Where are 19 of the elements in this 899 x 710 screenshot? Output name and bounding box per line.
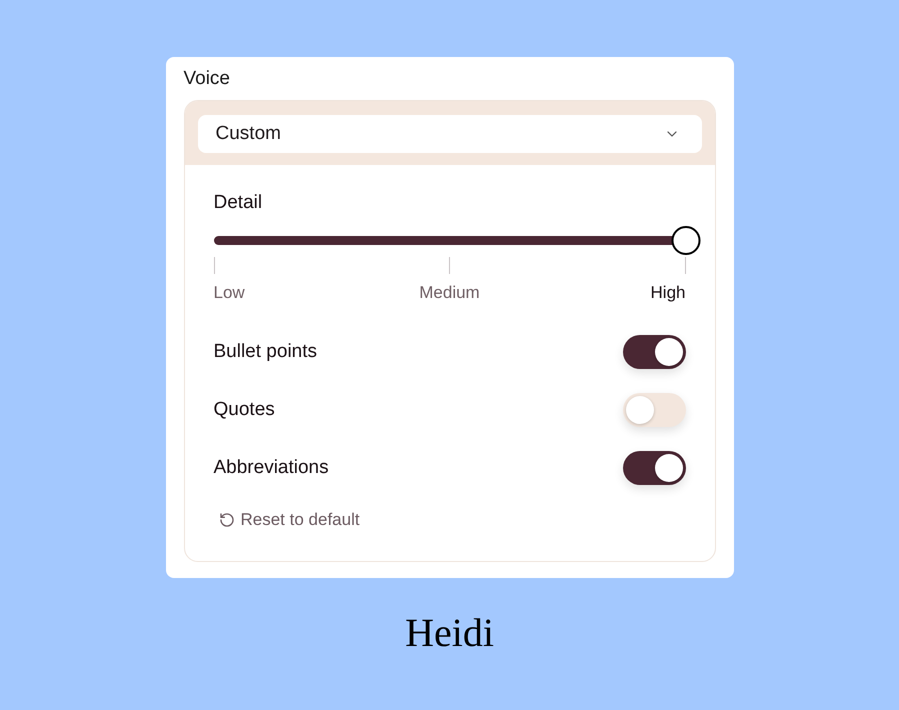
toggle-label: Quotes bbox=[214, 398, 275, 422]
brand-caption: Heidi bbox=[405, 609, 494, 657]
slider-scale-label: High bbox=[650, 283, 686, 302]
reset-button[interactable]: Reset to default bbox=[218, 509, 360, 531]
section-title: Voice bbox=[184, 67, 231, 91]
tick-mark bbox=[449, 257, 450, 274]
toggle-label: Bullet points bbox=[214, 340, 318, 364]
preset-select[interactable]: Custom bbox=[198, 115, 702, 153]
toggle-switch[interactable] bbox=[622, 451, 686, 485]
toggle-switch[interactable] bbox=[622, 393, 686, 427]
toggle-switch[interactable] bbox=[622, 335, 686, 369]
slider-track[interactable] bbox=[214, 226, 700, 255]
slider-thumb[interactable] bbox=[671, 226, 700, 255]
toggle-label: Abbreviations bbox=[214, 456, 329, 480]
slider-label: Detail bbox=[214, 191, 264, 215]
slider-scale-label: Medium bbox=[419, 283, 480, 302]
reset-icon bbox=[218, 512, 234, 528]
tick-mark bbox=[684, 257, 686, 274]
slider-scale-label: Low bbox=[214, 283, 245, 302]
